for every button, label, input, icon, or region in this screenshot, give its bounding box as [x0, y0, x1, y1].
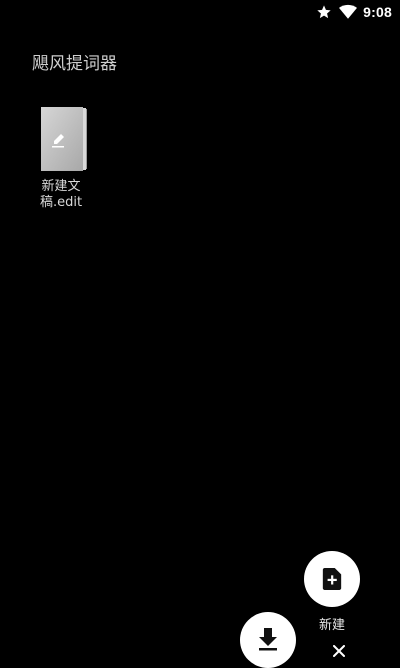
status-time: 9:08 [363, 4, 392, 20]
file-item[interactable]: 新建文稿.edit [24, 105, 98, 211]
new-document-button[interactable] [304, 551, 360, 607]
new-document-label: 新建 [318, 618, 345, 633]
star-icon [317, 5, 331, 19]
close-menu-button[interactable] [328, 640, 350, 662]
app-title: 飓风提词器 [32, 54, 117, 74]
status-icons: 9:08 [316, 3, 392, 21]
document-edit-icon [41, 107, 87, 171]
status-bar: 9:08 [0, 0, 400, 24]
close-icon [333, 645, 345, 657]
wifi-icon [339, 4, 358, 19]
new-document-icon [322, 568, 342, 590]
import-button[interactable] [240, 612, 296, 668]
download-icon [259, 628, 277, 651]
file-name: 新建文稿.edit [39, 179, 83, 210]
